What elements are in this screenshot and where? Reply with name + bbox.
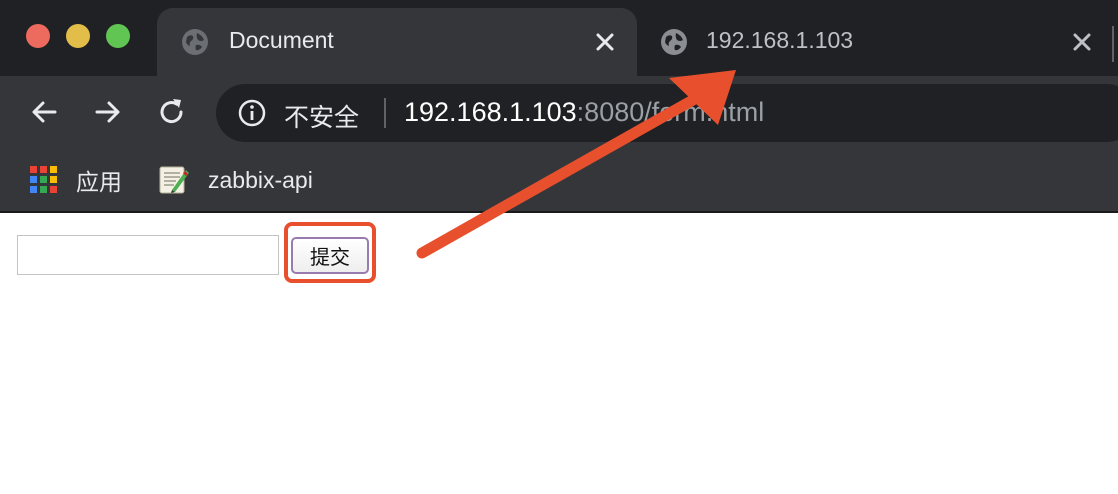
globe-icon: [182, 29, 208, 55]
submit-button[interactable]: 提交: [291, 237, 369, 274]
bookmark-label: zabbix-api: [208, 166, 313, 193]
window-close-button[interactable]: [26, 24, 50, 48]
window-minimize-button[interactable]: [66, 24, 90, 48]
apps-grid-icon: [30, 166, 58, 194]
url-host: 192.168.1.103: [404, 97, 577, 127]
tab-separator: [1112, 26, 1114, 62]
text-input[interactable]: [17, 235, 279, 275]
reload-icon: [160, 99, 183, 124]
bookmark-apps[interactable]: 应用: [30, 160, 122, 200]
url-path: :8080/form.html: [576, 97, 765, 127]
tab-document[interactable]: Document: [157, 8, 637, 76]
close-tab-icon[interactable]: [593, 30, 617, 54]
tab-title: Document: [229, 27, 334, 53]
bookmark-zabbix-api[interactable]: zabbix-api: [158, 160, 313, 200]
tab-strip: Document 192.168.1.103: [0, 0, 1118, 76]
tab-title: 192.168.1.103: [706, 27, 854, 53]
window-maximize-button[interactable]: [106, 24, 130, 48]
security-label[interactable]: 不安全: [284, 98, 359, 134]
close-tab-icon[interactable]: [1070, 30, 1094, 54]
bookmark-label: 应用: [76, 169, 122, 195]
page-content: 提交: [0, 215, 1118, 494]
back-button[interactable]: [26, 94, 62, 130]
arrow-right-icon: [95, 101, 120, 123]
reload-button[interactable]: [154, 94, 190, 130]
arrow-left-icon: [32, 101, 57, 123]
omnibox-divider: [384, 98, 386, 128]
url-text[interactable]: 192.168.1.103:8080/form.html: [404, 97, 764, 128]
bookmarks-bar: 应用 zabbix-api: [0, 150, 1118, 213]
globe-icon: [661, 29, 687, 55]
browser-toolbar: 不安全 192.168.1.103:8080/form.html: [0, 76, 1118, 150]
tab-ip-address[interactable]: 192.168.1.103: [640, 8, 1110, 76]
forward-button[interactable]: [90, 94, 126, 130]
zabbix-bookmark-icon: [159, 166, 189, 194]
info-icon[interactable]: [238, 99, 266, 127]
address-bar[interactable]: 不安全 192.168.1.103:8080/form.html: [216, 84, 1118, 142]
